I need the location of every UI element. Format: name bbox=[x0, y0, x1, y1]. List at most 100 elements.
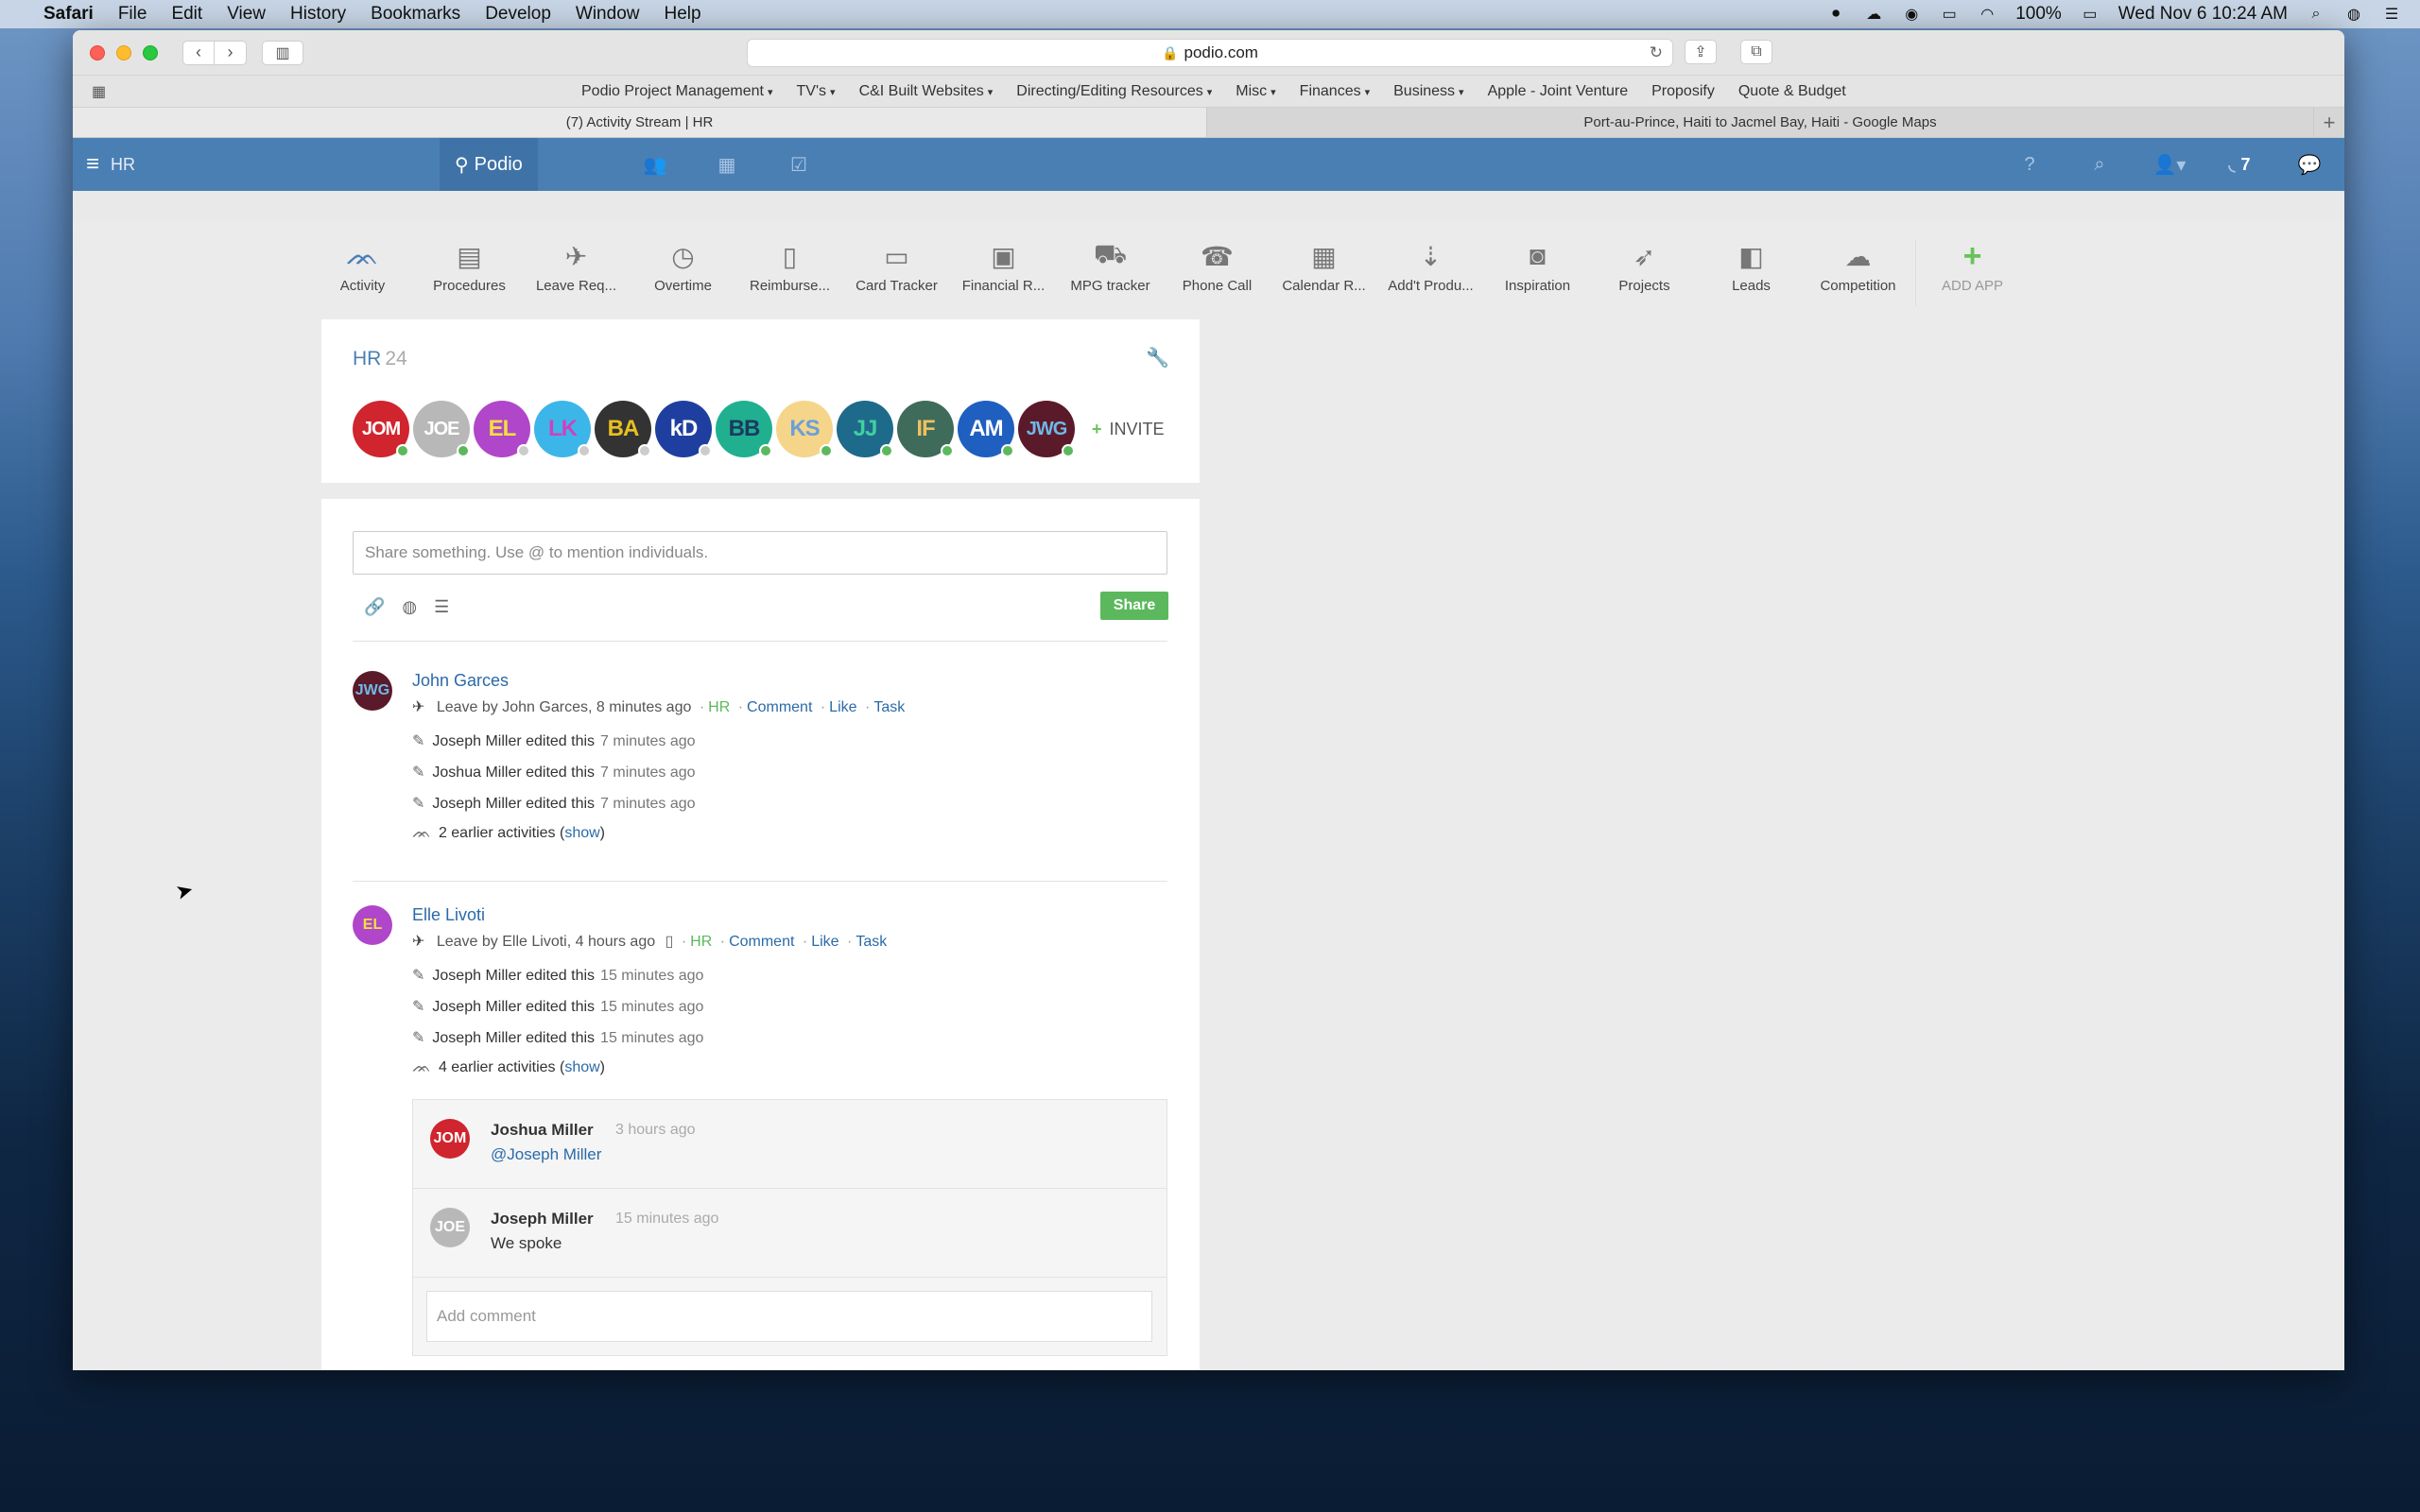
user-menu-icon[interactable]: 👤▾ bbox=[2135, 153, 2204, 177]
menu-window[interactable]: Window bbox=[576, 4, 640, 25]
wrench-icon[interactable]: 🔧 bbox=[1146, 346, 1169, 369]
member-avatar[interactable]: kD bbox=[655, 401, 712, 457]
member-avatar[interactable]: AM bbox=[958, 401, 1014, 457]
comment-avatar[interactable]: JOE bbox=[430, 1208, 470, 1247]
menu-safari[interactable]: Safari bbox=[43, 4, 94, 25]
menu-bookmarks[interactable]: Bookmarks bbox=[371, 4, 460, 25]
app-tile[interactable]: ☎ Phone Call bbox=[1164, 240, 1270, 306]
member-avatar[interactable]: JWG bbox=[1018, 401, 1075, 457]
tab-google-maps[interactable]: Port-au-Prince, Haiti to Jacmel Bay, Hai… bbox=[1207, 108, 2313, 137]
tab-activity-stream[interactable]: (7) Activity Stream | HR bbox=[73, 108, 1207, 137]
airplay-icon[interactable]: ▭ bbox=[1940, 5, 1959, 24]
fullscreen-window-button[interactable] bbox=[143, 44, 158, 60]
member-avatar[interactable]: LK bbox=[534, 401, 591, 457]
workspace-switcher[interactable]: HR bbox=[111, 155, 135, 175]
contacts-nav-icon[interactable]: 👥 bbox=[619, 138, 691, 191]
spotlight-search-icon[interactable]: ⌕ bbox=[2307, 5, 2325, 24]
back-button[interactable]: ‹ bbox=[182, 40, 215, 65]
bookmark-item[interactable]: Finances ▾ bbox=[1300, 83, 1370, 100]
new-tab-button[interactable]: + bbox=[2313, 108, 2344, 137]
member-avatar[interactable]: JJ bbox=[837, 401, 893, 457]
post-author-link[interactable]: Elle Livoti bbox=[412, 905, 485, 925]
help-icon[interactable]: ? bbox=[1995, 154, 2065, 176]
bookmark-item[interactable]: Business ▾ bbox=[1393, 83, 1463, 100]
space-link[interactable]: HR bbox=[708, 699, 730, 715]
sidebar-toggle-button[interactable]: ▥ bbox=[262, 40, 303, 65]
show-earlier-link[interactable]: show bbox=[564, 825, 599, 841]
like-link[interactable]: Like bbox=[829, 699, 856, 715]
close-window-button[interactable] bbox=[90, 44, 105, 60]
app-tile[interactable]: ✈ Leave Req... bbox=[523, 240, 630, 306]
app-tile[interactable]: ➶ Projects bbox=[1591, 240, 1698, 306]
creative-cloud-icon[interactable]: ☁ bbox=[1864, 5, 1883, 24]
menu-help[interactable]: Help bbox=[664, 4, 700, 25]
bookmark-item[interactable]: Apple - Joint Venture bbox=[1488, 83, 1629, 100]
app-tile[interactable]: ◧ Leads bbox=[1698, 240, 1805, 306]
menu-edit[interactable]: Edit bbox=[171, 4, 202, 25]
post-avatar[interactable]: EL bbox=[353, 905, 392, 945]
tasks-nav-icon[interactable]: ☑ bbox=[763, 138, 835, 191]
workspace-title[interactable]: HR 24 bbox=[353, 348, 407, 370]
comment-author[interactable]: Joshua Miller bbox=[491, 1121, 594, 1140]
address-bar[interactable]: 🔒 podio.com ↻ bbox=[747, 39, 1673, 67]
member-avatar[interactable]: IF bbox=[897, 401, 954, 457]
app-tile[interactable]: ⛟ MPG tracker bbox=[1057, 239, 1164, 306]
show-tabs-button[interactable]: ⧉ bbox=[1740, 40, 1772, 64]
bookmark-item[interactable]: Proposify bbox=[1651, 83, 1715, 100]
bookmark-item[interactable]: Directing/Editing Resources ▾ bbox=[1016, 83, 1212, 100]
member-avatar[interactable]: BB bbox=[716, 401, 772, 457]
bookmark-item[interactable]: Podio Project Management ▾ bbox=[581, 83, 773, 100]
podio-home-link[interactable]: ⚲ Podio bbox=[440, 138, 538, 191]
app-tile[interactable]: ▭ Card Tracker bbox=[843, 240, 950, 306]
show-earlier-link[interactable]: show bbox=[564, 1059, 599, 1075]
like-link[interactable]: Like bbox=[811, 934, 838, 950]
space-link[interactable]: HR bbox=[690, 934, 712, 950]
bookmark-item[interactable]: Quote & Budget bbox=[1738, 83, 1846, 100]
clock[interactable]: Wed Nov 6 10:24 AM bbox=[2118, 4, 2288, 25]
member-avatar[interactable]: JOE bbox=[413, 401, 470, 457]
screen-capture-icon[interactable]: ◉ bbox=[1902, 5, 1921, 24]
share-input[interactable]: Share something. Use @ to mention indivi… bbox=[353, 531, 1167, 575]
member-avatar[interactable]: JOM bbox=[353, 401, 409, 457]
share-submit-button[interactable]: Share bbox=[1100, 592, 1168, 620]
search-icon[interactable]: ⌕ bbox=[2065, 154, 2135, 176]
notifications-button[interactable]: ◟ 7 bbox=[2204, 155, 2274, 175]
bookmark-item[interactable]: TV's ▾ bbox=[797, 83, 836, 100]
menu-develop[interactable]: Develop bbox=[485, 4, 551, 25]
minimize-window-button[interactable] bbox=[116, 44, 131, 60]
reload-icon[interactable]: ↻ bbox=[1650, 43, 1663, 62]
app-tile[interactable]: ☁ Competition bbox=[1805, 240, 1911, 306]
top-sites-grid-icon[interactable]: ▦ bbox=[92, 82, 106, 101]
member-avatar[interactable]: KS bbox=[776, 401, 833, 457]
item-app[interactable]: Leave bbox=[437, 934, 478, 950]
record-icon[interactable]: ⏺ bbox=[1826, 5, 1845, 24]
calendar-nav-icon[interactable]: ▦ bbox=[691, 138, 763, 191]
app-tile[interactable]: ▯ Reimburse... bbox=[736, 240, 843, 306]
post-author-link[interactable]: John Garces bbox=[412, 671, 509, 691]
forward-button[interactable]: › bbox=[215, 40, 247, 65]
chat-icon[interactable]: 💬 bbox=[2274, 153, 2344, 177]
menu-history[interactable]: History bbox=[290, 4, 346, 25]
siri-icon[interactable]: ◍ bbox=[2344, 5, 2363, 24]
app-tile[interactable]: ◙ Inspiration bbox=[1484, 240, 1591, 306]
wifi-icon[interactable]: ◠ bbox=[1978, 5, 1996, 24]
notification-center-icon[interactable]: ☰ bbox=[2382, 5, 2401, 24]
share-button[interactable]: ⇪ bbox=[1685, 40, 1717, 64]
add-app-button[interactable]: + ADD APP bbox=[1915, 238, 2029, 306]
app-tile[interactable]: ▤ Procedures bbox=[416, 240, 523, 306]
comment-link[interactable]: Comment bbox=[747, 699, 812, 715]
attachment-icon[interactable]: 🔗 bbox=[364, 597, 385, 617]
task-link[interactable]: Task bbox=[856, 934, 887, 950]
bookmark-item[interactable]: Misc ▾ bbox=[1236, 83, 1275, 100]
comment-author[interactable]: Joseph Miller bbox=[491, 1210, 594, 1228]
invite-button[interactable]: + INVITE bbox=[1092, 420, 1165, 439]
menu-file[interactable]: File bbox=[118, 4, 147, 25]
member-avatar[interactable]: EL bbox=[474, 401, 530, 457]
globe-icon[interactable]: ◍ bbox=[402, 597, 417, 617]
member-avatar[interactable]: BA bbox=[595, 401, 651, 457]
task-link[interactable]: Task bbox=[873, 699, 905, 715]
hamburger-menu-icon[interactable]: ≡ bbox=[86, 151, 99, 178]
comment-avatar[interactable]: JOM bbox=[430, 1119, 470, 1159]
add-comment-input[interactable]: Add comment bbox=[426, 1291, 1152, 1342]
item-app[interactable]: Leave bbox=[437, 699, 478, 715]
